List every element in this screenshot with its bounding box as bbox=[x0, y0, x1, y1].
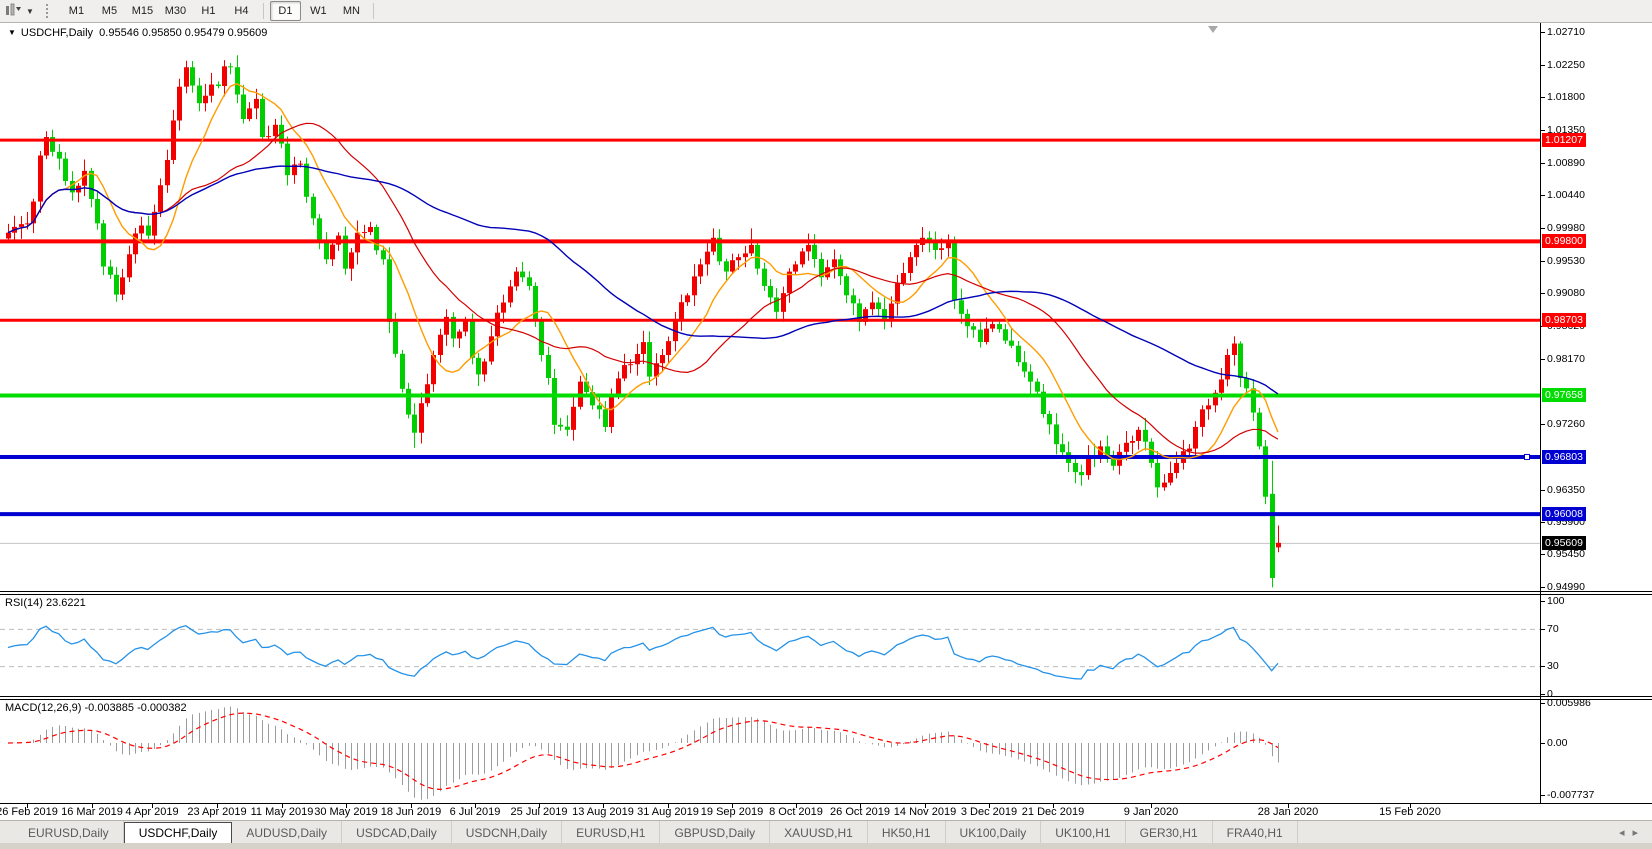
timeframe-button-d1[interactable]: D1 bbox=[270, 1, 301, 21]
tab-scroll-right-icon[interactable]: ▸ bbox=[1628, 826, 1642, 839]
hline-price-label[interactable]: 0.99800 bbox=[1542, 234, 1586, 248]
date-axis-label: 21 Dec 2019 bbox=[1022, 806, 1084, 818]
macd-axis-tick: 0.00 bbox=[1547, 737, 1567, 749]
date-axis-label: 26 Feb 2019 bbox=[0, 806, 58, 818]
price-axis-tick: 0.99530 bbox=[1547, 255, 1585, 267]
toolbar-grip-handle[interactable] bbox=[46, 4, 54, 18]
current-price-label: 0.95609 bbox=[1542, 536, 1586, 550]
rsi-axis-tick: 100 bbox=[1547, 595, 1565, 607]
timeframes-icon bbox=[4, 3, 22, 19]
date-axis-label: 16 Mar 2019 bbox=[61, 806, 123, 818]
date-axis-label: 23 Apr 2019 bbox=[187, 806, 246, 818]
chart-tab-bar: EURUSD,DailyUSDCHF,DailyAUDUSD,DailyUSDC… bbox=[0, 820, 1652, 844]
macd-indicator-label: MACD(12,26,9) -0.003885 -0.000382 bbox=[5, 702, 187, 714]
chart-title: ▼ USDCHF,Daily 0.95546 0.95850 0.95479 0.… bbox=[8, 27, 267, 39]
date-axis-label: 19 Sep 2019 bbox=[701, 806, 763, 818]
price-axis-tick: 0.99980 bbox=[1547, 222, 1585, 234]
price-axis-tick: 1.00890 bbox=[1547, 157, 1585, 169]
timeframe-button-m15[interactable]: M15 bbox=[127, 1, 158, 21]
chart-tab-usdcad-daily[interactable]: USDCAD,Daily bbox=[342, 821, 452, 844]
hline-price-label[interactable]: 0.96008 bbox=[1542, 507, 1586, 521]
periodicity-dropdown[interactable]: ▼ bbox=[4, 3, 38, 19]
price-axis-tick: 0.98170 bbox=[1547, 353, 1585, 365]
date-axis-label: 4 Apr 2019 bbox=[125, 806, 178, 818]
price-axis-tick: 0.96350 bbox=[1547, 484, 1585, 496]
chart-ohlc-values: 0.95546 0.95850 0.95479 0.95609 bbox=[99, 27, 267, 39]
chart-tab-uk100-h1[interactable]: UK100,H1 bbox=[1041, 821, 1125, 844]
date-axis-label: 26 Oct 2019 bbox=[830, 806, 890, 818]
date-axis-label: 13 Aug 2019 bbox=[572, 806, 634, 818]
rsi-axis-tick: 70 bbox=[1547, 623, 1559, 635]
chart-tab-eurusd-h1[interactable]: EURUSD,H1 bbox=[562, 821, 660, 844]
timeframe-button-h1[interactable]: H1 bbox=[193, 1, 224, 21]
date-axis-label: 18 Jun 2019 bbox=[381, 806, 442, 818]
timeframe-button-m1[interactable]: M1 bbox=[61, 1, 92, 21]
macd-axis-tick: -0.007737 bbox=[1547, 789, 1594, 801]
macd-name: MACD(12,26,9) bbox=[5, 702, 81, 714]
timeframe-button-mn[interactable]: MN bbox=[336, 1, 367, 21]
chart-tab-xauusd-h1[interactable]: XAUUSD,H1 bbox=[770, 821, 868, 844]
chart-tab-uk100-daily[interactable]: UK100,Daily bbox=[946, 821, 1042, 844]
date-axis-label: 15 Feb 2020 bbox=[1379, 806, 1441, 818]
hline-price-label[interactable]: 1.01207 bbox=[1542, 133, 1586, 147]
price-axis-tick: 1.02710 bbox=[1547, 26, 1585, 38]
chart-tab-usdcnh-daily[interactable]: USDCNH,Daily bbox=[452, 821, 562, 844]
timeframe-toolbar: ▼ M1M5M15M30H1H4 D1W1MN bbox=[0, 0, 1652, 23]
rsi-indicator-label: RSI(14) 23.6221 bbox=[5, 597, 86, 609]
chart-area: ▼ USDCHF,Daily 0.95546 0.95850 0.95479 0.… bbox=[0, 0, 1652, 849]
price-axis-tick: 0.94990 bbox=[1547, 581, 1585, 593]
timeframe-button-w1[interactable]: W1 bbox=[303, 1, 334, 21]
hline-price-label[interactable]: 0.98703 bbox=[1542, 313, 1586, 327]
hline-price-label[interactable]: 0.97658 bbox=[1542, 388, 1586, 402]
tab-scroll-left-icon[interactable]: ◂ bbox=[1615, 826, 1629, 839]
price-axis-tick: 0.95450 bbox=[1547, 548, 1585, 560]
price-axis-tick: 1.02250 bbox=[1547, 59, 1585, 71]
date-axis-label: 8 Oct 2019 bbox=[769, 806, 823, 818]
toolbar-separator bbox=[263, 3, 264, 19]
chart-canvas[interactable] bbox=[0, 0, 1652, 849]
chart-tab-gbpusd-daily[interactable]: GBPUSD,Daily bbox=[660, 821, 770, 844]
chart-tab-eurusd-daily[interactable]: EURUSD,Daily bbox=[14, 821, 124, 844]
date-axis-label: 6 Jul 2019 bbox=[450, 806, 501, 818]
chart-tab-fra40-h1[interactable]: FRA40,H1 bbox=[1213, 821, 1298, 844]
date-axis-label: 31 Aug 2019 bbox=[637, 806, 699, 818]
toolbar-separator bbox=[373, 3, 374, 19]
chevron-down-icon: ▼ bbox=[22, 5, 38, 18]
tab-scroll-nav: ◂ ▸ bbox=[1615, 821, 1652, 844]
date-axis-label: 3 Dec 2019 bbox=[961, 806, 1017, 818]
macd-values: -0.003885 -0.000382 bbox=[84, 702, 186, 714]
price-axis-tick: 1.00440 bbox=[1547, 189, 1585, 201]
price-axis-tick: 0.99080 bbox=[1547, 287, 1585, 299]
collapse-triangle-icon[interactable]: ▼ bbox=[8, 28, 16, 37]
timeframe-button-m30[interactable]: M30 bbox=[160, 1, 191, 21]
timeframe-button-m5[interactable]: M5 bbox=[94, 1, 125, 21]
date-axis-label: 14 Nov 2019 bbox=[894, 806, 956, 818]
chart-tab-ger30-h1[interactable]: GER30,H1 bbox=[1126, 821, 1213, 844]
trading-terminal-window: ▼ USDCHF,Daily 0.95546 0.95850 0.95479 0.… bbox=[0, 0, 1652, 849]
status-strip bbox=[0, 843, 1652, 849]
macd-axis-tick: 0.005986 bbox=[1547, 697, 1591, 709]
date-axis-label: 28 Jan 2020 bbox=[1258, 806, 1319, 818]
chart-tab-audusd-daily[interactable]: AUDUSD,Daily bbox=[232, 821, 342, 844]
chart-symbol-label: USDCHF,Daily bbox=[21, 27, 93, 39]
hline-price-label[interactable]: 0.96803 bbox=[1542, 450, 1586, 464]
rsi-axis-tick: 30 bbox=[1547, 660, 1559, 672]
rsi-name: RSI(14) bbox=[5, 597, 43, 609]
rsi-value: 23.6221 bbox=[46, 597, 86, 609]
date-axis-label: 9 Jan 2020 bbox=[1124, 806, 1178, 818]
date-axis-label: 11 May 2019 bbox=[251, 806, 314, 818]
chart-tab-hk50-h1[interactable]: HK50,H1 bbox=[868, 821, 946, 844]
price-axis-tick: 1.01800 bbox=[1547, 91, 1585, 103]
chart-shift-marker[interactable] bbox=[1208, 26, 1218, 33]
chart-tab-usdchf-daily[interactable]: USDCHF,Daily bbox=[124, 822, 233, 844]
date-axis-label: 25 Jul 2019 bbox=[511, 806, 568, 818]
date-axis-label: 30 May 2019 bbox=[314, 806, 378, 818]
price-axis-tick: 0.97260 bbox=[1547, 418, 1585, 430]
timeframe-button-h4[interactable]: H4 bbox=[226, 1, 257, 21]
